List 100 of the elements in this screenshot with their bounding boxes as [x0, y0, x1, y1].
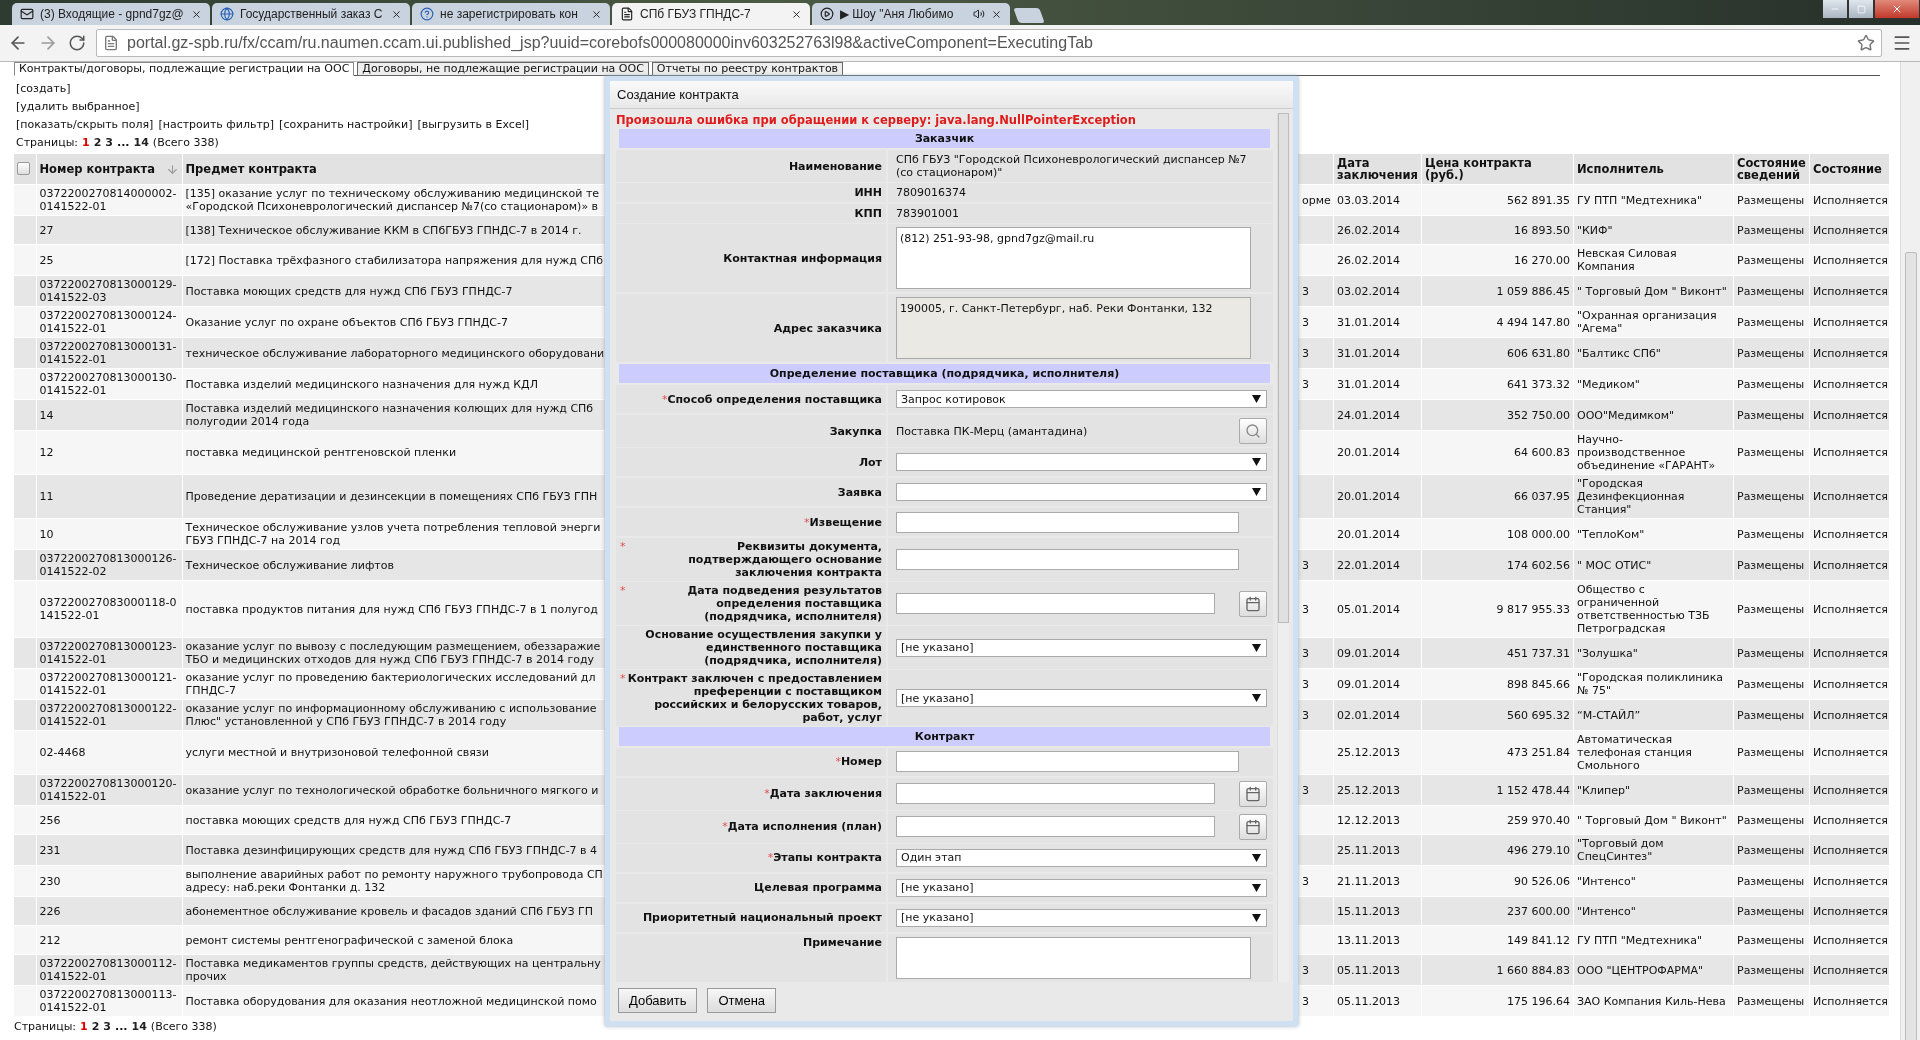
address-bar[interactable]: portal.gz-spb.ru/fx/ccam/ru.naumen.ccam.ui.published_jsp?uuid=corebofs000080000inv603252763l98&activeComponent=ExecutingTab [96, 29, 1882, 57]
table-cell: 20.01.2014 [1333, 474, 1422, 519]
select-field[interactable] [896, 453, 1267, 472]
reload-icon[interactable] [68, 34, 86, 52]
column-header[interactable]: Цена контракта (руб.) [1421, 154, 1574, 185]
table-cell: 12 [36, 430, 182, 475]
close-icon[interactable] [991, 8, 1002, 20]
select-field[interactable]: [не указано] [896, 908, 1267, 927]
browser-tab[interactable]: Государственный заказ С [212, 3, 410, 25]
toolbar-link[interactable]: [показать/скрыть поля] [16, 118, 154, 131]
select-field[interactable]: [не указано] [896, 638, 1267, 657]
field-label: Заявка [837, 485, 882, 499]
scrollbar[interactable] [1900, 62, 1920, 1040]
page-link[interactable]: 3 [105, 136, 113, 149]
table-cell: [135] оказание услуг по техническому обслуживанию медицинской те «Городской Психоневрологический диспансер №7(со стационаром)» в [182, 184, 606, 216]
action-link[interactable]: [создать] [16, 82, 71, 95]
table-cell: Автоматическая телефоная станция Смольного [1573, 730, 1734, 775]
browser-tab[interactable]: СПб ГБУЗ ГПНДС-7 [612, 3, 810, 25]
page-tab[interactable]: Контракты/договоры, подлежащие регистрации на ООС [14, 62, 355, 76]
table-cell: 26.02.2014 [1333, 244, 1422, 276]
dialog-button[interactable]: Добавить [618, 988, 698, 1013]
scrollbar[interactable] [1277, 113, 1289, 982]
date-field[interactable] [896, 593, 1215, 615]
minimize-button[interactable] [1822, 0, 1848, 19]
text-area[interactable]: (812) 251-93-98, gpnd7gz@mail.ru [896, 227, 1251, 290]
close-icon[interactable] [591, 8, 602, 20]
table-cell: Размещены [1733, 430, 1810, 475]
close-icon[interactable] [391, 8, 402, 20]
dropdown-caret-icon [1252, 694, 1261, 703]
new-tab-button[interactable] [1013, 8, 1045, 23]
page-link[interactable]: 1 [82, 136, 90, 149]
column-header[interactable]: Номер контракта [36, 154, 182, 185]
page-link[interactable]: 2 [93, 136, 102, 149]
browser-tab[interactable]: (3) Входящие - gpnd7gz@ [12, 3, 210, 25]
checkbox[interactable] [17, 161, 30, 175]
table-cell: Поставка изделий медицинского назначения для нужд КДЛ [182, 368, 606, 400]
date-field[interactable] [896, 816, 1215, 838]
input-field[interactable] [896, 549, 1239, 571]
field-value: 7809016374 [896, 186, 967, 200]
column-header[interactable]: Исполнитель [1573, 154, 1734, 185]
page-link[interactable]: 14 [133, 136, 149, 149]
field-label: Наименование [788, 159, 882, 173]
column-header[interactable]: Состояние сведений [1733, 154, 1810, 185]
table-cell: Исполняется [1809, 399, 1890, 431]
browser-tab[interactable]: ▶ Шоу "Аня Любимо [812, 3, 1010, 25]
calendar-button[interactable] [1239, 590, 1267, 617]
input-field[interactable] [896, 511, 1239, 533]
toolbar-link[interactable]: [настроить фильтр] [158, 118, 275, 131]
page-link[interactable]: 14 [131, 1020, 147, 1033]
close-icon[interactable] [191, 8, 202, 20]
column-header[interactable]: Состояние [1809, 154, 1890, 185]
select-field[interactable] [896, 483, 1267, 502]
select-field[interactable]: Запрос котировок [896, 390, 1267, 409]
page-tab[interactable]: Отчеты по реестру контрактов [651, 62, 844, 76]
select-field[interactable]: [не указано] [896, 878, 1267, 897]
table-cell: орме [1302, 193, 1331, 207]
calendar-button[interactable] [1239, 813, 1267, 840]
table-cell: 13.11.2013 [1333, 925, 1422, 955]
table-cell: 3 [1302, 602, 1309, 616]
menu-icon[interactable] [1892, 33, 1912, 53]
table-cell: [138] Техническое обслуживание ККМ в СПбГБУЗ ГПНДС-7 в 2014 г. [182, 215, 606, 245]
table-cell: 24.01.2014 [1333, 399, 1422, 431]
table-cell: Размещены [1733, 399, 1810, 431]
table-cell: 1 059 886.45 [1421, 275, 1574, 307]
column-header[interactable]: Дата заключения [1333, 154, 1422, 185]
dialog-button[interactable]: Отмена [707, 988, 777, 1013]
search-button[interactable] [1239, 418, 1267, 445]
table-cell: Исполняется [1809, 805, 1890, 835]
toolbar-link[interactable]: [сохранить настройки] [279, 118, 413, 131]
table-cell: 606 631.80 [1421, 337, 1574, 369]
browser-tab[interactable]: не зарегистрировать кон [412, 3, 610, 25]
table-cell: 352 750.00 [1421, 399, 1574, 431]
table-cell: Размещены [1733, 368, 1810, 400]
input-field[interactable] [896, 751, 1239, 773]
select-field[interactable]: [не указано] [896, 689, 1267, 708]
required-mark: * [620, 672, 626, 686]
required-mark: * [661, 392, 668, 406]
page-tab[interactable]: Договоры, не подлежащие регистрации на ООС [357, 62, 649, 76]
table-cell: 3 [1302, 646, 1309, 660]
table-cell: 12.12.2013 [1333, 805, 1422, 835]
date-field[interactable] [896, 783, 1215, 805]
table-cell: Размещены [1733, 580, 1810, 638]
page-link[interactable]: 2 [91, 1020, 100, 1033]
toolbar-link[interactable]: [выгрузить в Excel] [417, 118, 529, 131]
column-header[interactable]: Предмет контракта [182, 154, 606, 185]
table-cell: 212 [36, 925, 182, 955]
table-cell: 898 845.66 [1421, 668, 1574, 700]
maximize-button[interactable] [1848, 0, 1874, 19]
table-cell: Исполняется [1809, 518, 1890, 550]
field-label: Номер [840, 755, 882, 769]
action-link[interactable]: [удалить выбранное] [16, 100, 140, 113]
table-cell: 496 279.10 [1421, 834, 1574, 866]
select-field[interactable]: Один этап [896, 848, 1267, 867]
required-mark: * [835, 755, 841, 769]
close-button[interactable] [1874, 0, 1920, 19]
page-link[interactable]: 3 [103, 1020, 111, 1033]
calendar-button[interactable] [1239, 780, 1267, 807]
close-icon [1891, 3, 1903, 15]
close-icon[interactable] [791, 8, 802, 20]
page-link[interactable]: 1 [80, 1020, 88, 1033]
